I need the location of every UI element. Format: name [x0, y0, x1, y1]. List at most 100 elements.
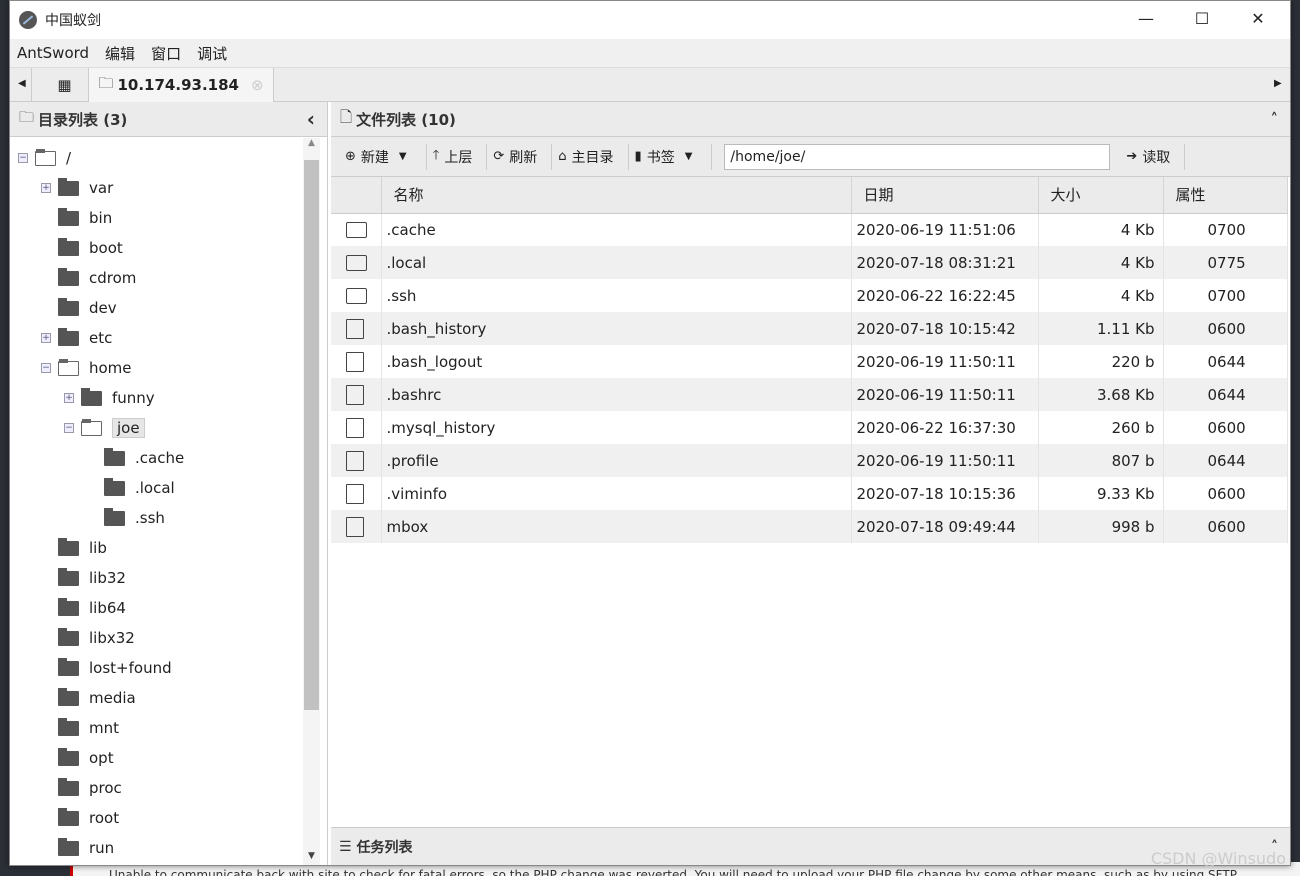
file-icon — [346, 318, 364, 339]
collapse-panel-button[interactable]: ‹ — [307, 107, 315, 131]
tree-node[interactable]: home — [58, 356, 132, 380]
folder-icon — [58, 747, 79, 766]
new-button[interactable]: ⊕ 新建 ▼ — [339, 143, 427, 170]
tree-node-label: root — [89, 809, 120, 827]
tree-node-label: dev — [89, 299, 117, 317]
tree-node[interactable]: media — [58, 686, 136, 710]
file-name: .ssh — [381, 279, 852, 312]
home-button[interactable]: ⌂ 主目录 — [552, 143, 629, 170]
task-panel-header[interactable]: ☰ 任务列表 ˄ — [331, 827, 1290, 865]
menu-window[interactable]: 窗口 — [151, 43, 181, 64]
tree-node[interactable]: root — [58, 806, 119, 830]
tree-node[interactable]: cdrom — [58, 266, 136, 290]
scrollbar-thumb[interactable] — [304, 160, 319, 710]
tree-node[interactable]: boot — [58, 236, 123, 260]
file-row[interactable]: .profile 2020-06-19 11:50:11 807 b 0644 — [331, 444, 1288, 477]
collapse-node-icon[interactable]: − — [64, 423, 74, 433]
file-size: 9.33 Kb — [1038, 477, 1164, 510]
file-type-cell — [331, 312, 382, 345]
folder-icon — [58, 627, 79, 646]
file-row[interactable]: .cache 2020-06-19 11:51:06 4 Kb 0700 — [331, 213, 1288, 246]
menu-debug[interactable]: 调试 — [197, 43, 227, 64]
file-row[interactable]: .viminfo 2020-07-18 10:15:36 9.33 Kb 060… — [331, 477, 1288, 510]
file-row[interactable]: .ssh 2020-06-22 16:22:45 4 Kb 0700 — [331, 279, 1288, 312]
collapse-node-icon[interactable]: − — [18, 153, 28, 163]
expand-node-icon[interactable]: + — [41, 333, 51, 343]
file-size: 3.68 Kb — [1038, 378, 1164, 411]
tab-shell[interactable]: 🗀 10.174.93.184 ⊗ — [88, 68, 274, 102]
column-size[interactable]: 大小 — [1038, 177, 1164, 214]
column-name[interactable]: 名称 — [381, 177, 852, 214]
new-label: 新建 — [360, 149, 389, 166]
read-button[interactable]: ➔ 读取 — [1116, 143, 1186, 170]
tab-scroll-right-icon[interactable]: ▶ — [1274, 78, 1282, 89]
tree-node[interactable]: dev — [58, 296, 117, 320]
file-row[interactable]: .local 2020-07-18 08:31:21 4 Kb 0775 — [331, 246, 1288, 279]
tab-label: 10.174.93.184 — [117, 76, 239, 94]
minimize-button[interactable]: — — [1136, 9, 1156, 28]
close-button[interactable]: ✕ — [1248, 9, 1268, 28]
column-perm[interactable]: 属性 — [1163, 177, 1288, 214]
tree-node-label: proc — [89, 779, 122, 797]
scroll-down-icon[interactable]: ▼ — [303, 851, 320, 861]
file-size: 4 Kb — [1038, 213, 1164, 246]
scroll-up-icon[interactable]: ▲ — [303, 138, 320, 148]
menu-edit[interactable]: 编辑 — [105, 43, 135, 64]
tree-node[interactable]: joe — [81, 416, 145, 440]
bookmark-button[interactable]: ▮ 书签 ▼ — [629, 143, 713, 170]
refresh-button[interactable]: ⟳ 刷新 — [487, 143, 553, 170]
menu-antsword[interactable]: AntSword — [17, 44, 89, 62]
window-title: 中国蚁剑 — [45, 13, 101, 29]
file-size: 260 b — [1038, 411, 1164, 444]
tree-node[interactable]: run — [58, 836, 114, 860]
folder-icon — [58, 177, 79, 196]
tree-node[interactable]: funny — [81, 386, 155, 410]
tree-node[interactable]: .cache — [104, 446, 184, 470]
tree-scrollbar[interactable]: ▲ ▼ — [303, 138, 320, 865]
file-date: 2020-06-19 11:50:11 — [851, 378, 1039, 411]
tree-node[interactable]: bin — [58, 206, 112, 230]
tree-node[interactable]: lib — [58, 536, 107, 560]
file-row[interactable]: mbox 2020-07-18 09:49:44 998 b 0600 — [331, 510, 1288, 543]
tree-node[interactable]: / — [35, 146, 71, 170]
file-row[interactable]: .mysql_history 2020-06-22 16:37:30 260 b… — [331, 411, 1288, 444]
home-icon: ⌂ — [558, 149, 567, 164]
tree-node-label: .local — [135, 479, 175, 497]
tree-node[interactable]: proc — [58, 776, 122, 800]
tree-node[interactable]: var — [58, 176, 113, 200]
column-date[interactable]: 日期 — [851, 177, 1039, 214]
tab-scroll-left-icon[interactable]: ◀ — [18, 78, 26, 89]
tree-node[interactable]: mnt — [58, 716, 119, 740]
file-row[interactable]: .bash_logout 2020-06-19 11:50:11 220 b 0… — [331, 345, 1288, 378]
plus-circle-icon: ⊕ — [345, 149, 356, 164]
collapse-node-icon[interactable]: − — [41, 363, 51, 373]
up-button[interactable]: 🡑 上层 — [427, 143, 488, 170]
tree-node-label: .cache — [135, 449, 185, 467]
collapse-panel-button[interactable]: ˄ — [1271, 110, 1279, 128]
tree-node[interactable]: lost+found — [58, 656, 172, 680]
path-input[interactable]: /home/joe/ — [724, 143, 1111, 170]
file-perm: 0644 — [1163, 378, 1288, 411]
file-type-cell — [331, 279, 382, 312]
tree-node-label: lib — [89, 539, 107, 557]
tree-node[interactable]: libx32 — [58, 626, 135, 650]
file-row[interactable]: .bashrc 2020-06-19 11:50:11 3.68 Kb 0644 — [331, 378, 1288, 411]
tree-node[interactable]: opt — [58, 746, 114, 770]
tree-node[interactable]: .local — [104, 476, 175, 500]
file-row[interactable]: .bash_history 2020-07-18 10:15:42 1.11 K… — [331, 312, 1288, 345]
tab-close-icon[interactable]: ⊗ — [251, 76, 264, 94]
tree-node[interactable]: .ssh — [104, 506, 165, 530]
task-panel-title: 任务列表 — [356, 839, 413, 856]
file-name: .bashrc — [381, 378, 852, 411]
tree-node[interactable]: lib32 — [58, 566, 126, 590]
expand-node-icon[interactable]: + — [64, 393, 74, 403]
folder-open-icon — [35, 148, 56, 166]
folder-icon — [104, 507, 125, 526]
tree-node[interactable]: etc — [58, 326, 112, 350]
maximize-button[interactable]: ☐ — [1192, 9, 1212, 28]
tree-node[interactable]: lib64 — [58, 596, 126, 620]
expand-node-icon[interactable]: + — [41, 183, 51, 193]
file-name: .viminfo — [381, 477, 852, 510]
folder-icon: 🗀 — [19, 107, 35, 126]
folder-icon — [58, 597, 79, 616]
